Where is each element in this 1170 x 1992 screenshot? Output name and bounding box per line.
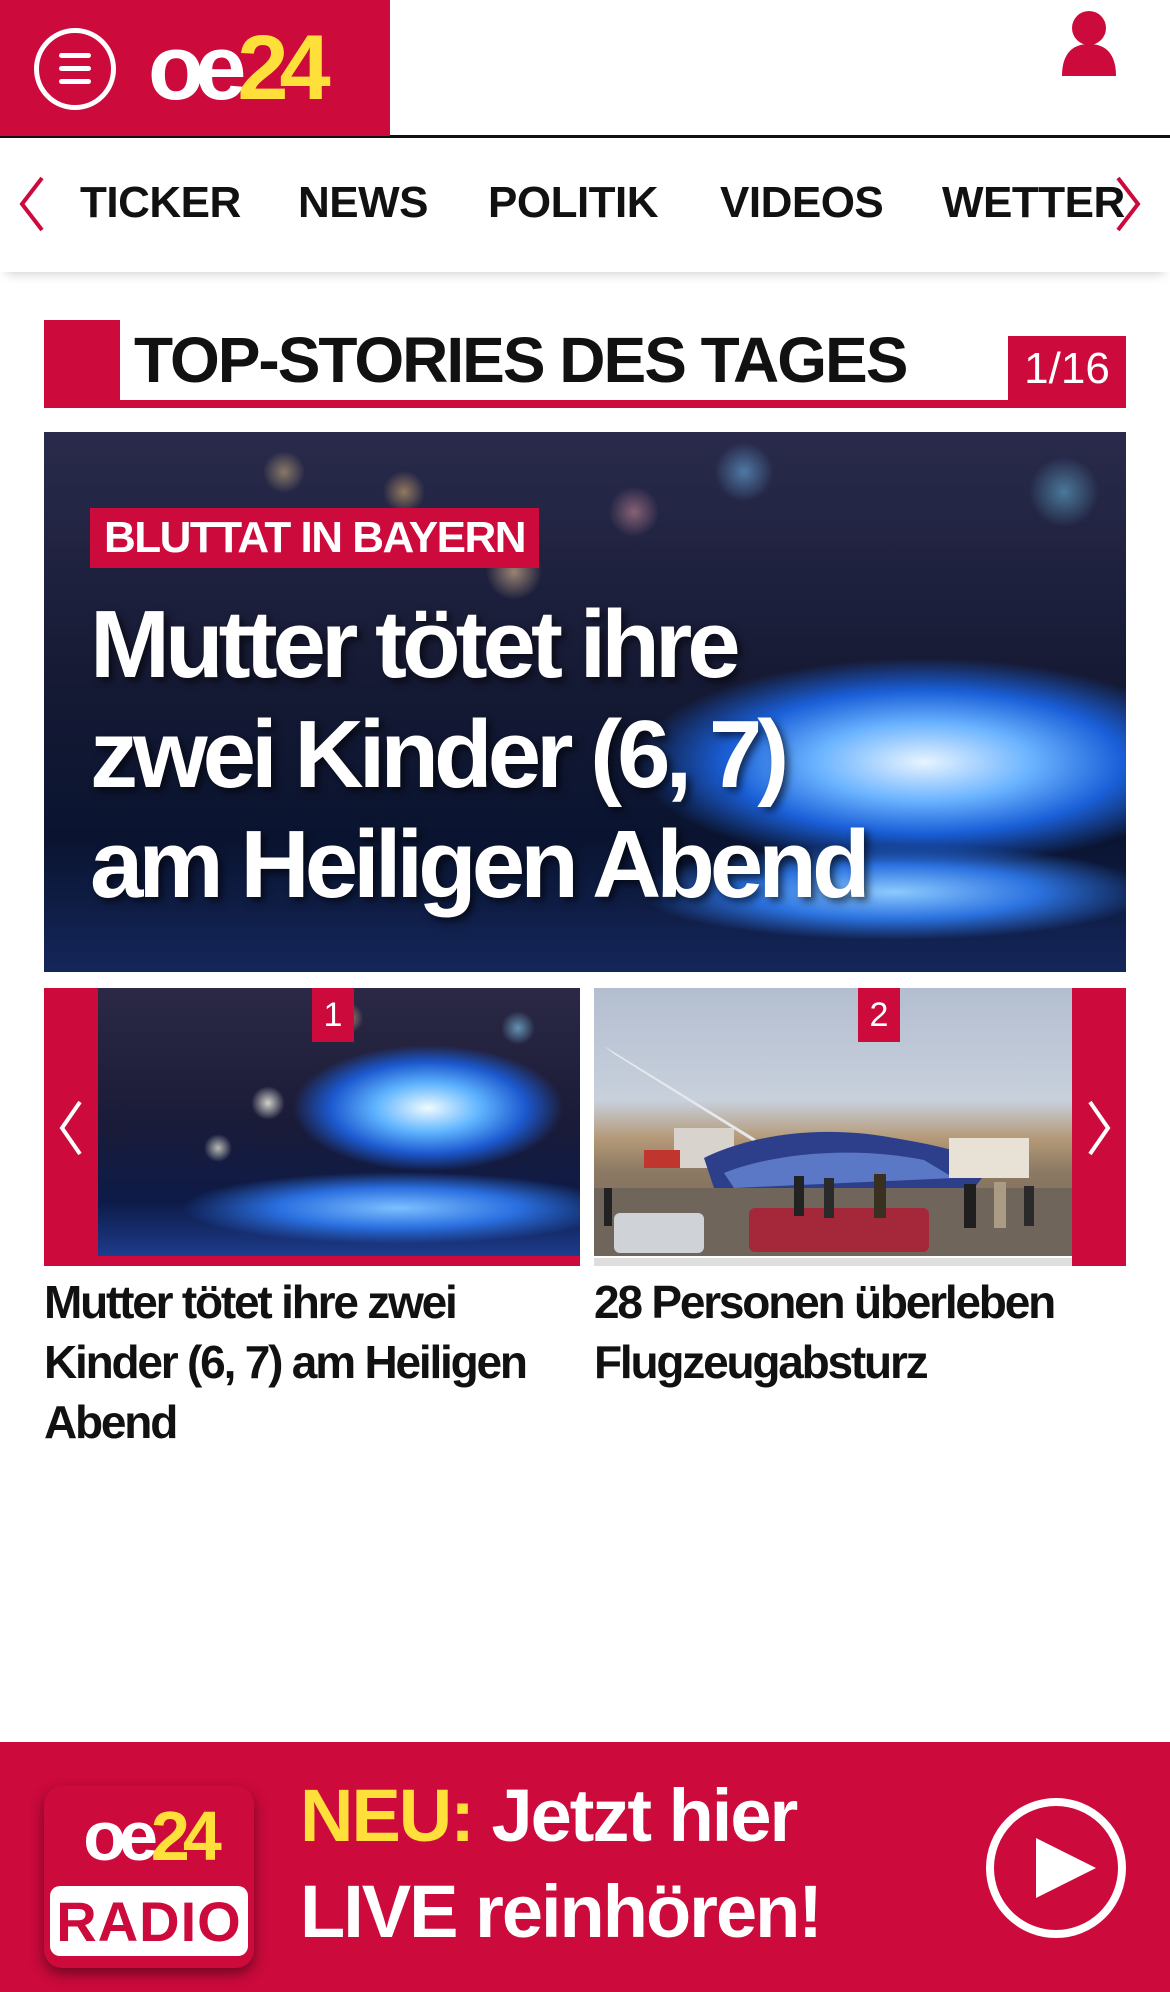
section-header: TOP-STORIES DES TAGES 1/16 xyxy=(44,320,1126,410)
carousel-item-1-image[interactable]: 1 xyxy=(98,988,580,1256)
chevron-left-icon xyxy=(19,176,44,232)
chevron-right-icon xyxy=(1088,1100,1111,1156)
radio-logo-wordmark: oe24 xyxy=(83,1797,222,1875)
carousel-prev-button[interactable] xyxy=(44,988,98,1266)
category-nav: TICKER NEWS POLITIK VIDEOS WETTER xyxy=(0,138,1170,272)
inactive-indicator xyxy=(594,1258,1126,1266)
menu-button[interactable] xyxy=(34,28,116,110)
carousel-item-2-image[interactable]: 2 xyxy=(594,988,1072,1256)
hero-kicker: BLUTTAT IN BAYERN xyxy=(90,508,540,568)
carousel-next-button[interactable] xyxy=(1072,988,1126,1266)
radio-play-button[interactable] xyxy=(986,1798,1126,1938)
radio-logo-label: RADIO xyxy=(50,1886,248,1956)
radio-promo-text: NEU: Jetzt hier LIVE reinhören! xyxy=(300,1768,940,1960)
play-icon xyxy=(1036,1838,1096,1898)
nav-item-ticker[interactable]: TICKER xyxy=(80,178,241,228)
section-accent xyxy=(44,320,120,408)
nav-prev-button[interactable] xyxy=(16,174,48,234)
radio-banner[interactable]: oe24 RADIO NEU: Jetzt hier LIVE reinhöre… xyxy=(0,1742,1170,1992)
user-button[interactable] xyxy=(1060,10,1118,76)
nav-item-politik[interactable]: POLITIK xyxy=(488,178,659,228)
site-header: oe24 xyxy=(0,0,1170,138)
active-indicator xyxy=(98,1256,580,1266)
carousel-item-2-title[interactable]: 28 Personen überleben Flugzeugabsturz xyxy=(594,1272,1126,1392)
hero-headline: Mutter tötet ihre zwei Kinder (6, 7) am … xyxy=(90,591,871,918)
chevron-right-icon xyxy=(1116,176,1141,232)
nav-item-videos[interactable]: VIDEOS xyxy=(720,178,884,228)
user-icon xyxy=(1062,11,1116,76)
radio-promo-line2: LIVE reinhören! xyxy=(300,1870,823,1953)
carousel-item-badge: 2 xyxy=(858,988,900,1042)
plane-crash-photo xyxy=(594,1046,1072,1256)
story-counter: 1/16 xyxy=(1008,336,1126,400)
brand-block: oe24 xyxy=(0,0,390,136)
nav-item-wetter[interactable]: WETTER xyxy=(942,178,1125,228)
section-title: TOP-STORIES DES TAGES xyxy=(134,324,908,396)
site-logo[interactable]: oe24 xyxy=(148,18,331,118)
nav-item-news[interactable]: NEWS xyxy=(298,178,429,228)
radio-logo: oe24 RADIO xyxy=(44,1786,254,1968)
chevron-left-icon xyxy=(59,1100,82,1156)
carousel-item-badge: 1 xyxy=(312,988,354,1042)
hero-story[interactable]: BLUTTAT IN BAYERN Mutter tötet ihre zwei… xyxy=(44,432,1126,972)
radio-promo-line1: Jetzt hier xyxy=(472,1774,798,1857)
section-underline xyxy=(44,400,1126,408)
hamburger-icon xyxy=(59,53,91,58)
carousel-item-1-title[interactable]: Mutter tötet ihre zwei Kinder (6, 7) am … xyxy=(44,1272,580,1452)
radio-promo-highlight: NEU: xyxy=(300,1774,475,1857)
hamburger-icon-line xyxy=(59,79,91,84)
nav-next-button[interactable] xyxy=(1112,174,1144,234)
hamburger-icon-line xyxy=(59,66,91,71)
